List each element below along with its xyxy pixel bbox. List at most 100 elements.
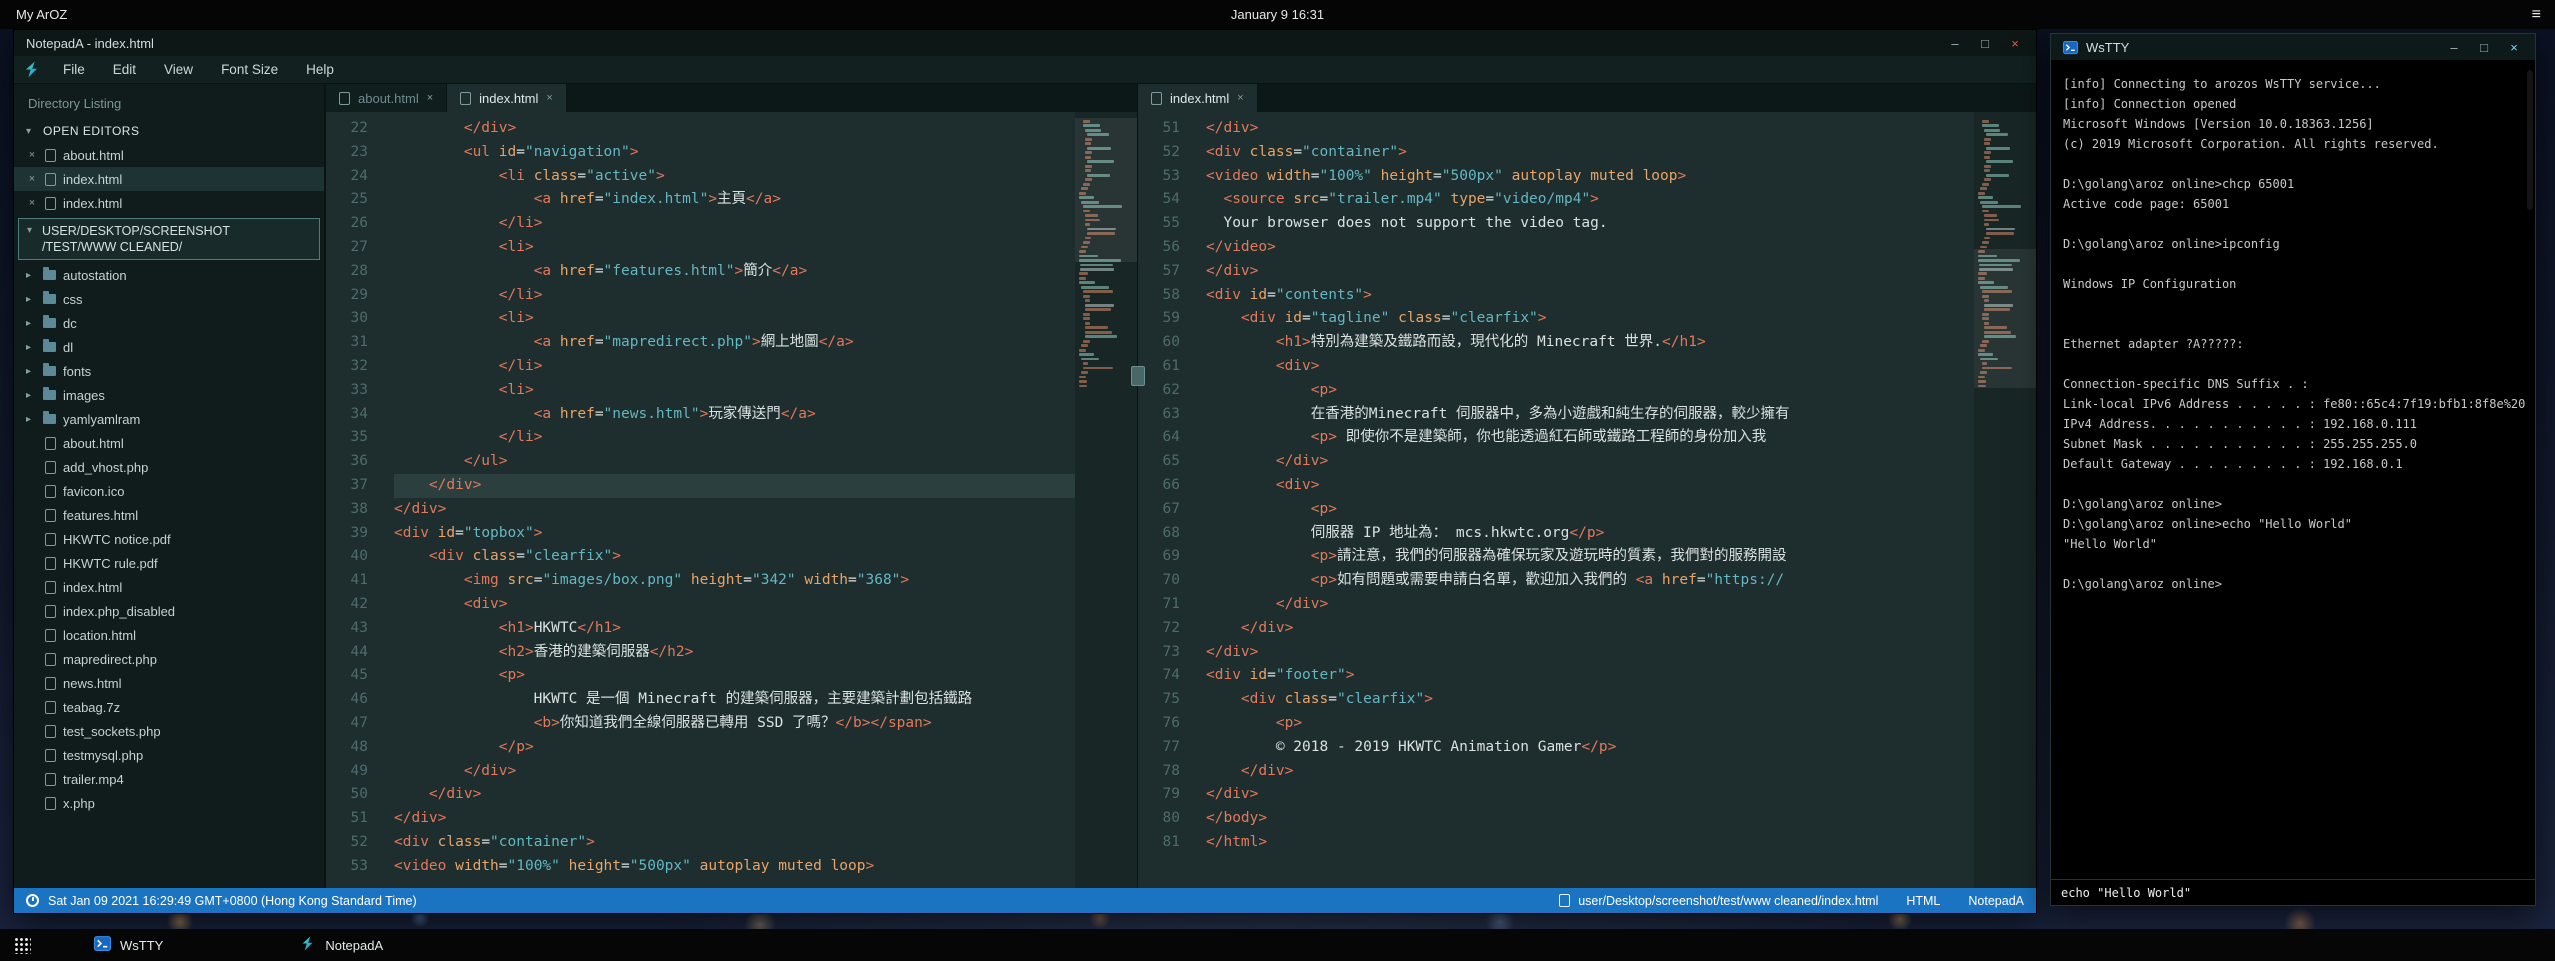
chevron-down-icon: ▾ [26, 126, 36, 137]
code-content[interactable]: </div><div class="container"><video widt… [1196, 112, 1974, 888]
tree-file[interactable]: location.html [14, 623, 324, 647]
open-editor-item[interactable]: × index.html [14, 167, 324, 191]
tree-file[interactable]: testmysql.php [14, 743, 324, 767]
code-line: <div> [1206, 355, 1974, 379]
minimap[interactable] [1075, 112, 1137, 888]
file-name: features.html [63, 508, 138, 523]
tree-folder[interactable]: ▸css [14, 287, 324, 311]
menu-help[interactable]: Help [292, 56, 348, 83]
close-icon[interactable]: × [26, 197, 38, 209]
line-number: 43 [326, 617, 384, 641]
taskbar-item-wstty[interactable]: WsTTY [80, 929, 177, 961]
code-content[interactable]: </div> <ul id="navigation"> <li class="a… [384, 112, 1075, 888]
taskbar-item-notepada[interactable]: NotepadA [285, 929, 397, 961]
tree-folder[interactable]: ▸fonts [14, 359, 324, 383]
tree-folder[interactable]: ▸autostation [14, 263, 324, 287]
tree-file[interactable]: mapredirect.php [14, 647, 324, 671]
status-language[interactable]: HTML [1906, 894, 1940, 908]
code-line: </li> [394, 284, 1075, 308]
editor-tab[interactable]: index.html × [447, 84, 567, 112]
folder-name: css [63, 292, 83, 307]
tree-folder[interactable]: ▸dl [14, 335, 324, 359]
close-icon[interactable]: × [427, 92, 433, 104]
terminal-input[interactable]: echo "Hello World" [2051, 879, 2535, 905]
tree-file[interactable]: trailer.mp4 [14, 767, 324, 791]
close-button[interactable]: × [2000, 32, 2030, 54]
tree-file[interactable]: index.html [14, 575, 324, 599]
maximize-button[interactable]: □ [1970, 32, 2000, 54]
statusbar-right: user/Desktop/screenshot/test/www cleaned… [1559, 894, 2024, 908]
close-button[interactable]: × [2499, 36, 2529, 58]
app-launcher-button[interactable] [0, 929, 44, 961]
tree-folder[interactable]: ▸yamlyamlram [14, 407, 324, 431]
tree-file[interactable]: index.php_disabled [14, 599, 324, 623]
tree-file[interactable]: HKWTC notice.pdf [14, 527, 324, 551]
topbar: My ArOZ January 9 16:31 ≡ [0, 0, 2555, 29]
open-editor-label: index.html [63, 172, 122, 187]
minimize-button[interactable]: – [1940, 32, 1970, 54]
notepad-window: NotepadA - index.html – □ × FileEditView… [13, 29, 2037, 914]
line-number: 30 [326, 307, 384, 331]
pane-splitter-handle[interactable] [1131, 366, 1145, 386]
terminal-output[interactable]: [info] Connecting to arozos WsTTY servic… [2051, 60, 2535, 879]
editor-tab[interactable]: index.html× [1138, 84, 1258, 112]
terminal-line [2063, 354, 2523, 374]
open-editors-header[interactable]: ▾ OPEN EDITORS [14, 119, 324, 143]
wstty-titlebar[interactable]: WsTTY – □ × [2051, 34, 2535, 60]
line-number: 77 [1138, 736, 1196, 760]
code-line: </div> [1206, 593, 1974, 617]
editor-right[interactable]: 5152535455565758596061626364656667686970… [1138, 112, 2036, 888]
menu-font-size[interactable]: Font Size [207, 56, 292, 83]
close-icon[interactable]: × [26, 149, 38, 161]
open-editor-label: index.html [63, 196, 122, 211]
editor-tab[interactable]: about.html× [326, 84, 447, 112]
code-line: <h1>HKWTC</h1> [394, 617, 1075, 641]
tree-file[interactable]: teabag.7z [14, 695, 324, 719]
tree-file[interactable]: x.php [14, 791, 324, 815]
line-number: 79 [1138, 783, 1196, 807]
notepad-titlebar[interactable]: NotepadA - index.html – □ × [14, 30, 2036, 56]
minimap-viewport[interactable] [1974, 249, 2036, 389]
minimize-button[interactable]: – [2439, 36, 2469, 58]
line-number: 80 [1138, 807, 1196, 831]
menu-view[interactable]: View [150, 56, 207, 83]
line-number: 46 [326, 688, 384, 712]
tree-folder[interactable]: ▸dc [14, 311, 324, 335]
close-icon[interactable]: × [546, 92, 552, 104]
code-line: </div> [394, 498, 1075, 522]
line-number: 56 [1138, 236, 1196, 260]
tree-file[interactable]: about.html [14, 431, 324, 455]
editor-left[interactable]: 2223242526272829303132333435363738394041… [326, 112, 1137, 888]
minimap[interactable] [1974, 112, 2036, 888]
open-editor-item[interactable]: × index.html [14, 191, 324, 215]
workspace-root[interactable]: ▾ USER/DESKTOP/SCREENSHOT /TEST/WWW CLEA… [18, 218, 320, 260]
menu-file[interactable]: File [49, 56, 99, 83]
code-line: </div> [1206, 617, 1974, 641]
tree-file[interactable]: news.html [14, 671, 324, 695]
host-menu-button[interactable]: My ArOZ [0, 7, 83, 22]
open-editor-item[interactable]: ×about.html [14, 143, 324, 167]
tree-file[interactable]: HKWTC rule.pdf [14, 551, 324, 575]
tree-file[interactable]: test_sockets.php [14, 719, 324, 743]
minimap-viewport[interactable] [1075, 118, 1137, 262]
hamburger-menu-icon[interactable]: ≡ [2518, 6, 2555, 24]
file-icon [45, 677, 56, 690]
tab-label: index.html [479, 91, 538, 106]
line-number: 54 [1138, 188, 1196, 212]
file-icon [45, 509, 56, 522]
close-icon[interactable]: × [1237, 92, 1243, 104]
notepad-statusbar: Sat Jan 09 2021 16:29:49 GMT+0800 (Hong … [14, 888, 2036, 913]
tree-folder[interactable]: ▸images [14, 383, 324, 407]
tree-file[interactable]: favicon.ico [14, 479, 324, 503]
code-line: </div> [394, 807, 1075, 831]
tree-file[interactable]: add_vhost.php [14, 455, 324, 479]
terminal-line: D:\golang\aroz online> [2063, 574, 2523, 594]
tree-file[interactable]: features.html [14, 503, 324, 527]
terminal-line: D:\golang\aroz online>echo "Hello World" [2063, 514, 2523, 534]
close-icon[interactable]: × [26, 173, 38, 185]
menu-edit[interactable]: Edit [99, 56, 150, 83]
maximize-button[interactable]: □ [2469, 36, 2499, 58]
terminal-line: Default Gateway . . . . . . . . . : 192.… [2063, 454, 2523, 474]
notepad-window-controls: – □ × [1940, 32, 2030, 54]
file-icon [45, 173, 56, 186]
